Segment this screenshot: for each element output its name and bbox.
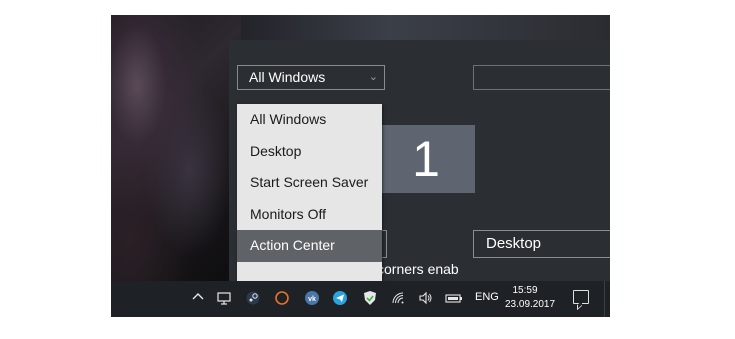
shield-check-icon[interactable] [361,290,379,308]
bottom-right-corner-value: Desktop [486,235,542,252]
top-left-corner-select[interactable]: All Windows ⌄ [237,65,385,90]
telegram-icon[interactable] [331,290,349,308]
screen: All Windows ⌄ 1 Desktop corners enab All… [111,15,610,317]
wifi-icon[interactable] [389,290,407,308]
clock-date: 23.09.2017 [505,299,556,310]
clock[interactable]: 15:59 23.09.2017 [505,284,556,312]
wallpaper-strip [241,15,610,40]
notification-icon[interactable] [573,290,589,304]
svg-text:vk: vk [308,296,316,303]
chevron-up-icon[interactable] [189,290,207,308]
dropdown-option[interactable]: Monitors Off [237,199,382,231]
language-indicator[interactable]: ENG [475,291,499,303]
top-left-corner-value: All Windows [249,69,326,85]
dropdown-option-highlighted[interactable]: Action Center [237,230,382,262]
bottom-right-corner-select[interactable]: Desktop [473,230,610,258]
monitor-preview[interactable]: 1 [377,125,475,193]
dropdown-option[interactable]: Start Screen Saver [237,167,382,199]
dropdown-option[interactable]: Desktop [237,136,382,168]
dropdown-option[interactable]: All Windows [237,104,382,136]
top-right-corner-select[interactable] [473,65,610,90]
display-icon[interactable] [215,290,233,308]
taskbar: vk ENG 15:59 23.09.2017 [111,281,610,317]
clock-time: 15:59 [512,285,538,296]
steam-icon[interactable] [244,290,262,308]
corner-action-dropdown: All Windows Desktop Start Screen Saver M… [237,104,382,294]
volume-icon[interactable] [417,290,435,308]
corners-enabled-label: corners enab [377,261,459,277]
circle-app-icon[interactable] [273,290,291,308]
desktop-wallpaper [111,15,241,295]
chevron-down-icon: ⌄ [368,71,378,83]
vk-icon[interactable]: vk [303,290,321,308]
show-desktop-separator[interactable] [604,281,605,317]
battery-icon[interactable] [445,290,463,308]
monitor-number: 1 [412,131,440,187]
